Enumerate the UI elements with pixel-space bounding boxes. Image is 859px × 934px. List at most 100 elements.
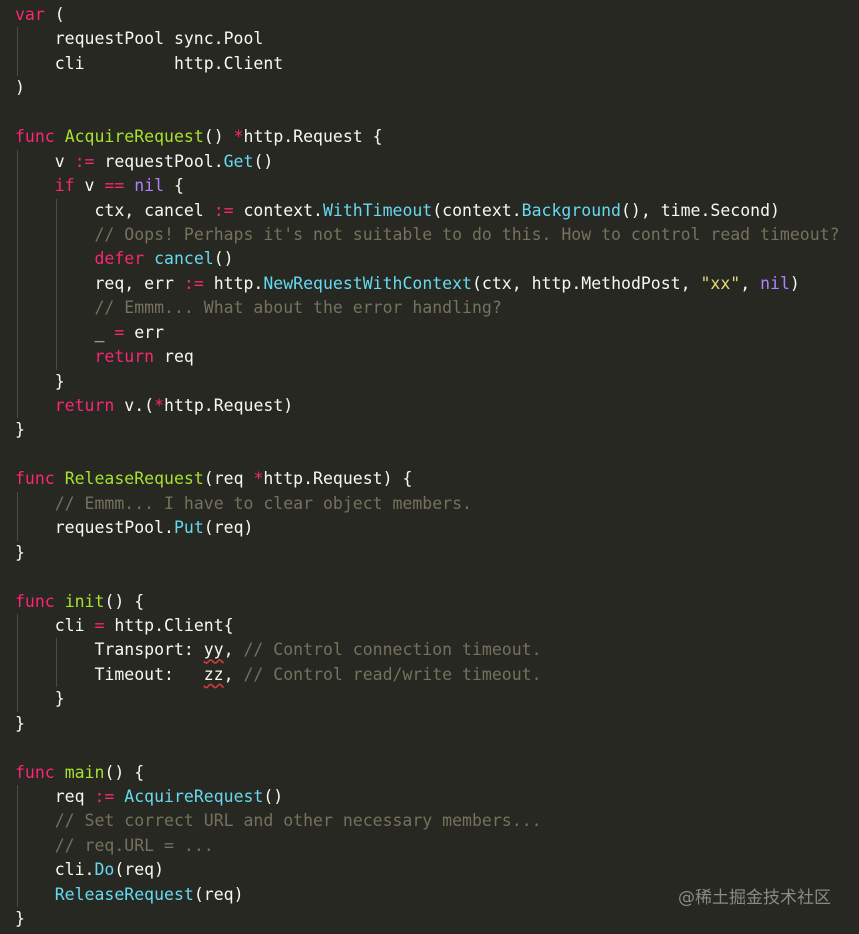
code-line: cli http.Client bbox=[15, 51, 840, 77]
code-line: _ = err bbox=[15, 320, 840, 346]
indent-guide bbox=[56, 247, 58, 272]
code-token-call: Do bbox=[94, 860, 115, 880]
code-token-plain: ( bbox=[44, 5, 65, 24]
code-token-kw: func bbox=[15, 591, 55, 611]
code-line: // Set correct URL and other necessary m… bbox=[15, 809, 840, 834]
indent-guide bbox=[56, 662, 58, 688]
code-line: req := AcquireRequest() bbox=[15, 785, 840, 810]
indent-guide bbox=[17, 516, 18, 541]
code-line: Timeout: zz, // Control read/write timeo… bbox=[15, 662, 840, 688]
code-token-plain: requestPool sync.Pool bbox=[15, 29, 264, 49]
code-token-const: nil bbox=[134, 176, 165, 196]
code-token-plain: req bbox=[154, 347, 194, 367]
code-token-plain: Transport: bbox=[15, 640, 204, 660]
code-token-call: Get bbox=[223, 151, 254, 171]
code-token-plain: { bbox=[164, 176, 184, 196]
code-token-plain: v.( bbox=[114, 396, 155, 415]
code-line: } bbox=[15, 712, 840, 736]
indent-guide bbox=[17, 247, 18, 272]
code-token-plain: _ bbox=[15, 322, 115, 342]
code-token-kw: return bbox=[94, 347, 155, 367]
code-token-kw: := bbox=[94, 787, 115, 806]
indent-guide bbox=[17, 613, 18, 639]
indent-guide bbox=[17, 809, 18, 834]
code-line: return req bbox=[15, 345, 840, 370]
indent-guide bbox=[17, 222, 18, 248]
code-token-fn: ReleaseRequest bbox=[64, 469, 204, 489]
code-token-fn: AcquireRequest bbox=[64, 127, 204, 147]
code-token-plain: } bbox=[15, 371, 65, 391]
indent-guide bbox=[17, 27, 18, 52]
indent-guide bbox=[17, 198, 18, 223]
code-token-kw: := bbox=[183, 273, 204, 293]
code-line: func AcquireRequest() *http.Request { bbox=[15, 125, 840, 149]
code-token-plain: (context. bbox=[432, 200, 522, 220]
code-line: } bbox=[15, 687, 840, 712]
code-token-cm: // Emmm... What about the error handling… bbox=[94, 298, 502, 318]
code-line: func init() { bbox=[15, 590, 840, 614]
code-token-cm: // Control connection timeout. bbox=[243, 640, 542, 660]
code-token-plain: cli http.Client bbox=[15, 53, 284, 73]
code-token-kw: func bbox=[15, 762, 55, 782]
code-token-plain: http.Request) { bbox=[263, 469, 413, 489]
code-token-plain: http.Request) bbox=[164, 396, 294, 415]
indent-guide bbox=[17, 271, 18, 297]
code-editor[interactable]: var ( requestPool sync.Pool cli http.Cli… bbox=[0, 0, 859, 934]
code-line: // Oops! Perhaps it's not suitable to do… bbox=[15, 222, 840, 248]
code-token-plain: () bbox=[253, 151, 274, 171]
code-token-plain: ) bbox=[15, 78, 25, 98]
code-token-plain: requestPool. bbox=[15, 518, 174, 538]
indent-guide bbox=[17, 785, 18, 810]
code-line: var ( bbox=[15, 3, 840, 27]
code-token-plain: } bbox=[15, 542, 25, 562]
code-line: requestPool sync.Pool bbox=[15, 27, 840, 52]
indent-guide bbox=[56, 198, 58, 223]
code-line: func main() { bbox=[15, 761, 840, 785]
code-token-call: Background bbox=[521, 200, 621, 220]
indent-guide bbox=[56, 345, 58, 370]
code-token-kw: if bbox=[54, 176, 75, 196]
code-line: defer cancel() bbox=[15, 247, 840, 272]
indent-guide bbox=[17, 394, 18, 419]
code-token-plain: ) bbox=[789, 273, 800, 293]
code-token-plain: () bbox=[213, 249, 234, 269]
code-token-call: ReleaseRequest bbox=[54, 884, 194, 904]
code-token-fn: main bbox=[64, 762, 105, 782]
code-token-plain: , bbox=[740, 273, 761, 293]
code-line: cli = http.Client{ bbox=[15, 613, 840, 639]
code-token-plain: http.Request { bbox=[243, 127, 383, 147]
code-token-kw: * bbox=[154, 396, 165, 415]
code-token-call: cancel bbox=[154, 249, 214, 269]
code-token-const: nil bbox=[760, 273, 790, 293]
indent-guide bbox=[17, 833, 18, 859]
code-line: // req.URL = ... bbox=[15, 833, 840, 859]
code-token-plain: http. bbox=[203, 273, 264, 293]
code-token-plain: (req bbox=[203, 469, 254, 489]
code-token-call: NewRequestWithContext bbox=[263, 273, 472, 293]
code-token-plain: () bbox=[263, 787, 284, 806]
indent-guide bbox=[17, 51, 18, 77]
code-token-plain: , bbox=[223, 640, 244, 660]
code-token-plain: () { bbox=[104, 762, 145, 782]
code-line: } bbox=[15, 369, 840, 394]
indent-guide bbox=[56, 638, 58, 663]
code-token-plain: } bbox=[15, 713, 25, 733]
code-token-str: "xx" bbox=[700, 273, 741, 293]
indent-guide bbox=[17, 369, 18, 394]
code-line: func ReleaseRequest(req *http.Request) { bbox=[15, 467, 840, 491]
code-token-plain: Timeout: bbox=[15, 664, 204, 684]
code-token-kw: == bbox=[104, 176, 125, 196]
indent-guide bbox=[17, 858, 18, 883]
indent-guide bbox=[17, 491, 18, 517]
